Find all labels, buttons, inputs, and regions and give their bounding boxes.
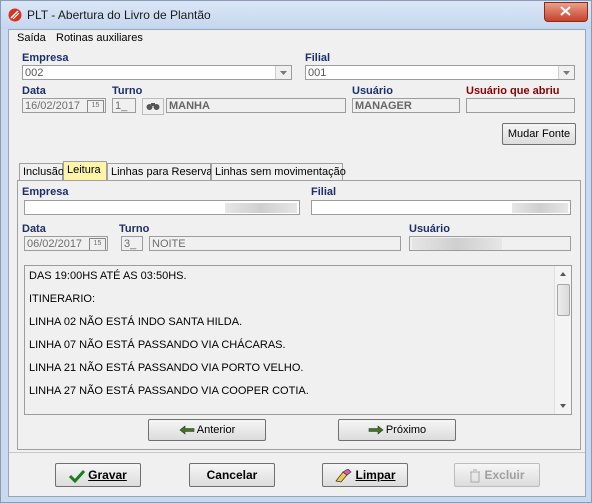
reading-data-label: Data: [22, 223, 46, 235]
memo-line: LINHA 21 NÃO ESTÁ PASSANDO VIA PORTO VEL…: [29, 362, 304, 374]
usuario-value: MANAGER: [355, 100, 412, 112]
reading-turno-name-field: NOITE: [149, 236, 401, 251]
excluir-button[interactable]: Excluir: [454, 463, 540, 487]
usuario-abriu-label: Usuário que abriu: [466, 85, 560, 97]
filial-value: 001: [308, 67, 327, 79]
usuario-field: MANAGER: [352, 98, 460, 113]
calendar-icon[interactable]: 15: [87, 100, 104, 112]
reading-empresa-field: [24, 200, 300, 215]
tab-linhas-sem-movimentacao[interactable]: Linhas sem movimentação: [211, 163, 346, 180]
proximo-button[interactable]: Próximo: [338, 419, 456, 441]
memo-line: LINHA 07 NÃO ESTÁ PASSANDO VIA CHÁCARAS.: [29, 339, 286, 351]
filial-select[interactable]: 001: [305, 65, 575, 80]
limpar-button[interactable]: Limpar: [322, 463, 408, 487]
usuario-abriu-field: [466, 98, 575, 113]
client-area: Saída Rotinas auxiliares Empresa 002 Fil…: [8, 29, 586, 497]
reading-filial-field: [311, 200, 571, 215]
reading-empresa-label: Empresa: [22, 186, 69, 198]
tab-inclusao[interactable]: Inclusão: [19, 163, 64, 180]
memo-scrollbar[interactable]: [554, 266, 571, 414]
reading-filial-label: Filial: [311, 186, 337, 198]
reading-usuario-field: [409, 236, 571, 251]
limpar-label: Limpar: [355, 468, 396, 482]
redacted-text: [512, 203, 568, 213]
turno-code-field[interactable]: 1_: [112, 98, 136, 113]
reading-data-value: 06/02/2017: [27, 238, 83, 250]
memo-line: LINHA 02 NÃO ESTÁ INDO SANTA HILDA.: [29, 316, 243, 328]
filial-label: Filial: [305, 52, 331, 64]
memo-line: LINHA 27 NÃO ESTÁ PASSANDO VIA COOPER CO…: [29, 385, 309, 397]
main-window: PLT - Abertura do Livro de Plantão Saída…: [0, 0, 592, 503]
binoculars-icon: [146, 103, 160, 110]
memo-line: ITINERARIO:: [29, 293, 96, 305]
reading-turno-code-value: 3_: [124, 238, 137, 250]
scroll-down-icon[interactable]: [555, 400, 571, 412]
empresa-label: Empresa: [22, 52, 69, 64]
gravar-label: Gravar: [88, 468, 127, 482]
reading-usuario-label: Usuário: [409, 223, 450, 235]
empresa-value: 002: [25, 67, 44, 79]
reading-turno-label: Turno: [119, 223, 150, 235]
arrow-left-icon: [179, 425, 195, 435]
gravar-button[interactable]: Gravar: [55, 463, 141, 487]
menu-saida[interactable]: Saída: [17, 32, 46, 44]
turno-search-button[interactable]: [142, 98, 164, 115]
turno-label: Turno: [112, 85, 143, 97]
turno-code-value: 1_: [115, 100, 128, 112]
tab-linhas-para-reserva[interactable]: Linhas para Reserva: [107, 163, 213, 180]
mudar-fonte-button[interactable]: Mudar Fonte: [502, 123, 576, 145]
tab-leitura[interactable]: Leitura: [63, 161, 107, 181]
window-title: PLT - Abertura do Livro de Plantão: [27, 8, 211, 22]
reading-memo[interactable]: DAS 19:00HS ATÉ AS 03:50HS. ITINERARIO: …: [24, 265, 572, 415]
data-label: Data: [22, 85, 46, 97]
eraser-icon: [335, 468, 353, 483]
anterior-button[interactable]: Anterior: [148, 419, 266, 441]
filial-dropdown-arrow[interactable]: [558, 66, 574, 79]
scroll-up-icon[interactable]: [555, 268, 571, 280]
title-bar: PLT - Abertura do Livro de Plantão: [1, 1, 591, 29]
anterior-label: Anterior: [196, 424, 236, 436]
app-logo-icon: [8, 8, 22, 22]
chevron-down-icon: [280, 71, 287, 75]
calendar-icon: 15: [89, 238, 106, 250]
usuario-label: Usuário: [352, 85, 393, 97]
data-value: 16/02/2017: [25, 100, 81, 112]
redacted-text: [225, 203, 297, 213]
close-icon: [560, 6, 571, 16]
menu-rotinas-auxiliares[interactable]: Rotinas auxiliares: [56, 32, 143, 44]
turno-name-value: MANHA: [169, 100, 210, 112]
arrow-right-icon: [368, 425, 384, 435]
divider: [9, 452, 585, 453]
reading-turno-name-value: NOITE: [152, 238, 186, 250]
scroll-thumb[interactable]: [557, 284, 570, 316]
empresa-dropdown-arrow[interactable]: [275, 66, 291, 79]
reading-panel: Empresa Filial Data 06/02/2017 15 Turno …: [17, 180, 581, 450]
data-field[interactable]: 16/02/2017 15: [22, 98, 106, 113]
reading-data-field: 06/02/2017 15: [24, 236, 108, 251]
trash-icon: [470, 469, 481, 483]
close-button[interactable]: [544, 2, 588, 22]
reading-turno-code-field: 3_: [121, 236, 143, 251]
excluir-label: Excluir: [484, 468, 525, 482]
chevron-down-icon: [563, 71, 570, 75]
proximo-label: Próximo: [385, 424, 427, 436]
empresa-select[interactable]: 002: [22, 65, 292, 80]
redacted-text: [412, 238, 502, 250]
check-icon: [69, 469, 86, 484]
cancelar-button[interactable]: Cancelar: [189, 463, 275, 487]
turno-name-field: MANHA: [166, 98, 346, 113]
memo-line: DAS 19:00HS ATÉ AS 03:50HS.: [29, 270, 187, 282]
menu-bar: Saída Rotinas auxiliares: [9, 30, 585, 47]
